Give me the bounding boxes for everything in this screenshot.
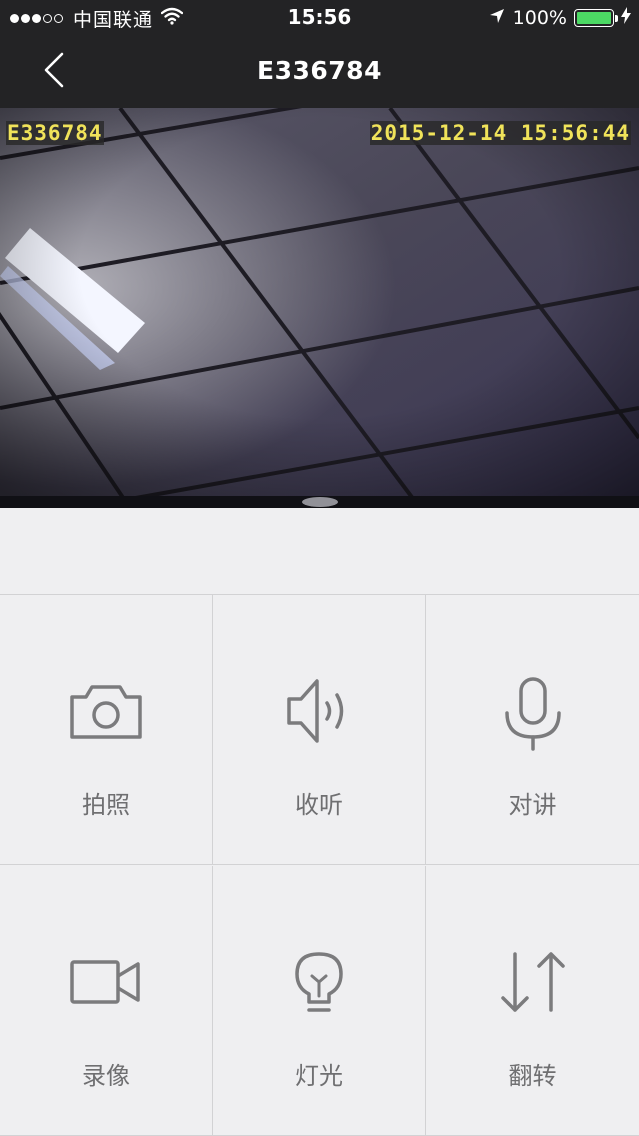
record-label: 录像 [82, 1062, 130, 1090]
charging-bolt-icon [621, 7, 631, 29]
listen-button[interactable]: 收听 [213, 595, 426, 865]
location-arrow-icon [489, 7, 505, 29]
light-label: 灯光 [295, 1062, 343, 1090]
flip-label: 翻转 [508, 1062, 557, 1090]
nav-bar: E336784 [0, 38, 639, 108]
status-bar: 中国联通 15:56 100% [0, 0, 639, 38]
flip-button[interactable]: 翻转 [426, 866, 639, 1136]
microphone-icon [504, 677, 561, 751]
intercom-button[interactable]: 对讲 [426, 595, 639, 865]
status-right: 100% [489, 6, 631, 30]
record-button[interactable]: 录像 [0, 866, 213, 1136]
camera-image [0, 108, 639, 508]
light-button[interactable]: 灯光 [213, 866, 426, 1136]
speaker-icon [287, 679, 344, 743]
overlay-timestamp: 2015-12-14 15:56:44 [369, 121, 631, 145]
intercom-label: 对讲 [508, 791, 557, 819]
battery-icon [574, 9, 614, 27]
camera-icon [70, 685, 142, 739]
lightbulb-icon [295, 952, 343, 1012]
video-camera-icon [70, 960, 140, 1004]
flip-arrows-icon [500, 952, 565, 1012]
photo-button[interactable]: 拍照 [0, 595, 213, 865]
control-grid: 拍照 收听 对讲 录像 灯光 翻转 [0, 594, 639, 1136]
page-title: E336784 [257, 56, 382, 85]
overlay-device-id: E336784 [6, 121, 104, 145]
video-feed[interactable]: E336784 2015-12-14 15:56:44 [0, 108, 639, 508]
listen-label: 收听 [295, 791, 343, 819]
battery-percent: 100% [512, 7, 567, 29]
photo-label: 拍照 [82, 791, 130, 819]
